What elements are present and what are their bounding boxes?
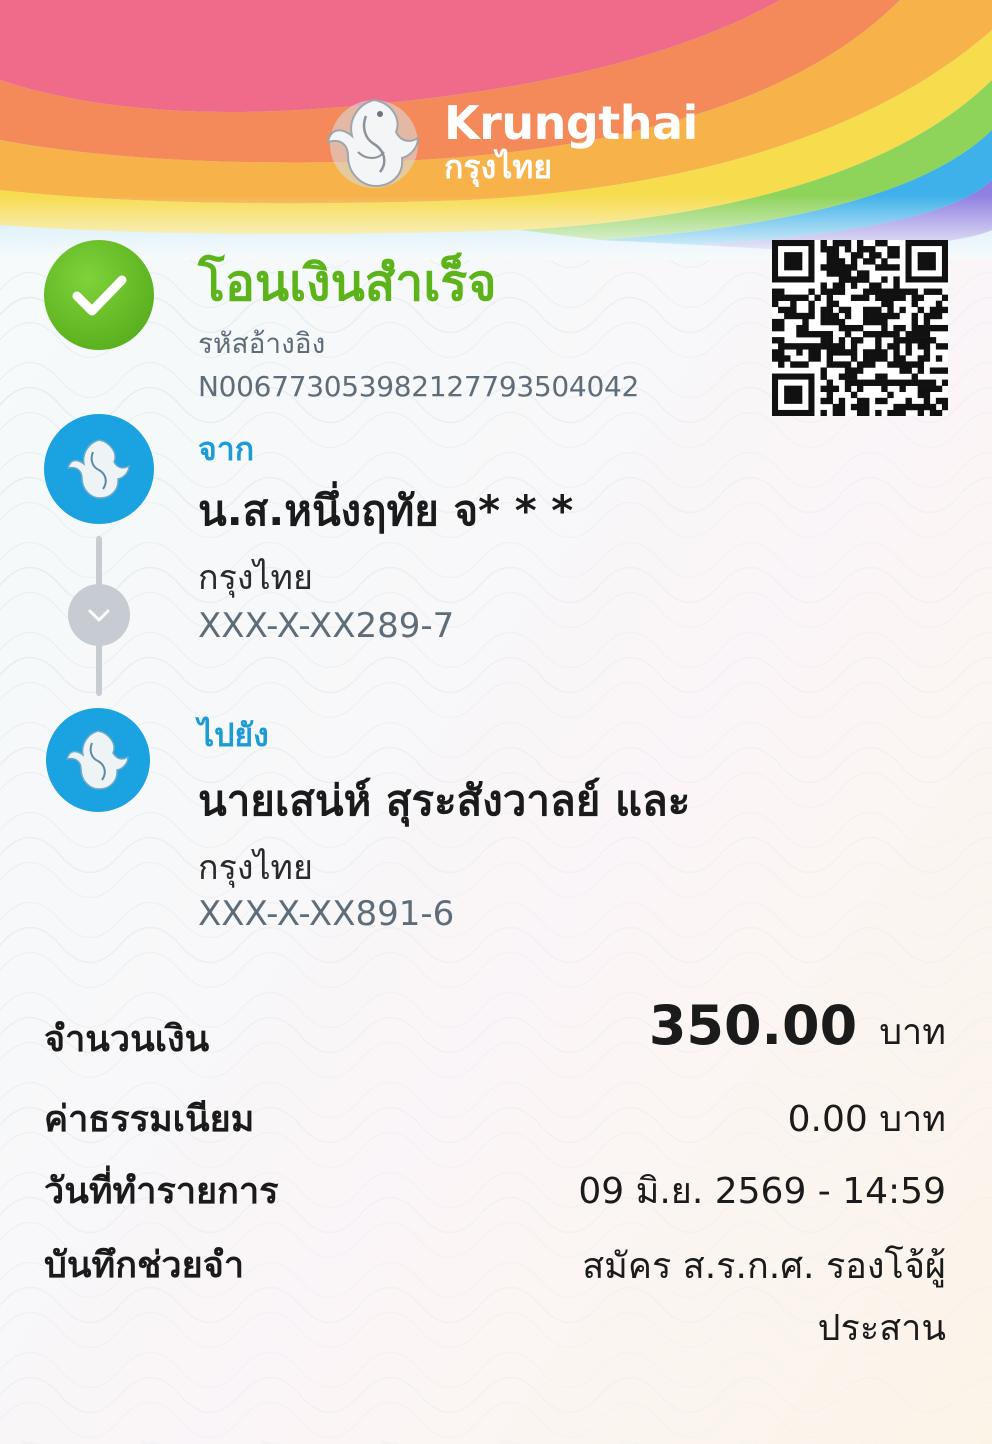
- memo-value: สมัคร ส.ร.ก.ศ. รองโจ้ผู้ประสาน: [582, 1246, 946, 1349]
- memo-label: บันทึกช่วยจำ: [44, 1245, 245, 1286]
- success-badge: [44, 240, 154, 350]
- recipient-account: XXX-X-XX891-6: [198, 894, 455, 934]
- status-title: โอนเงินสำเร็จ: [198, 254, 497, 312]
- from-label: จาก: [198, 430, 255, 468]
- chevron-down-icon: [88, 609, 110, 622]
- amount-number: 350.00: [648, 994, 858, 1057]
- to-label: ไปยัง: [198, 716, 269, 754]
- fee-value: 0.00 บาท: [787, 1099, 946, 1140]
- bank-bird-icon: [66, 439, 130, 499]
- to-bank-avatar: [46, 708, 150, 812]
- recipient-bank: กรุงไทย: [198, 848, 313, 888]
- date-label: วันที่ทำรายการ: [44, 1171, 279, 1212]
- qr-code-icon[interactable]: [772, 240, 948, 416]
- recipient-name: นายเสน่ห์ สุระสังวาลย์ และ: [198, 776, 691, 825]
- transfer-direction: [68, 584, 130, 646]
- reference-label: รหัสอ้างอิง: [198, 327, 326, 360]
- reference-value: N006773053982127793504042: [198, 370, 639, 403]
- date-value: 09 มิ.ย. 2569 - 14:59: [578, 1171, 946, 1212]
- check-icon: [72, 275, 127, 316]
- amount-value: 350.00 บาท: [649, 994, 946, 1060]
- sender-name: น.ส.หนึ่งฤทัย จ* * *: [198, 486, 574, 535]
- fee-label: ค่าธรรมเนียม: [44, 1099, 255, 1140]
- amount-label: จำนวนเงิน: [44, 1019, 210, 1060]
- bank-bird-icon: [65, 730, 129, 790]
- sender-account: XXX-X-XX289-7: [198, 606, 455, 646]
- from-bank-avatar: [44, 414, 154, 524]
- sender-bank: กรุงไทย: [198, 558, 313, 598]
- amount-currency: บาท: [879, 1012, 946, 1053]
